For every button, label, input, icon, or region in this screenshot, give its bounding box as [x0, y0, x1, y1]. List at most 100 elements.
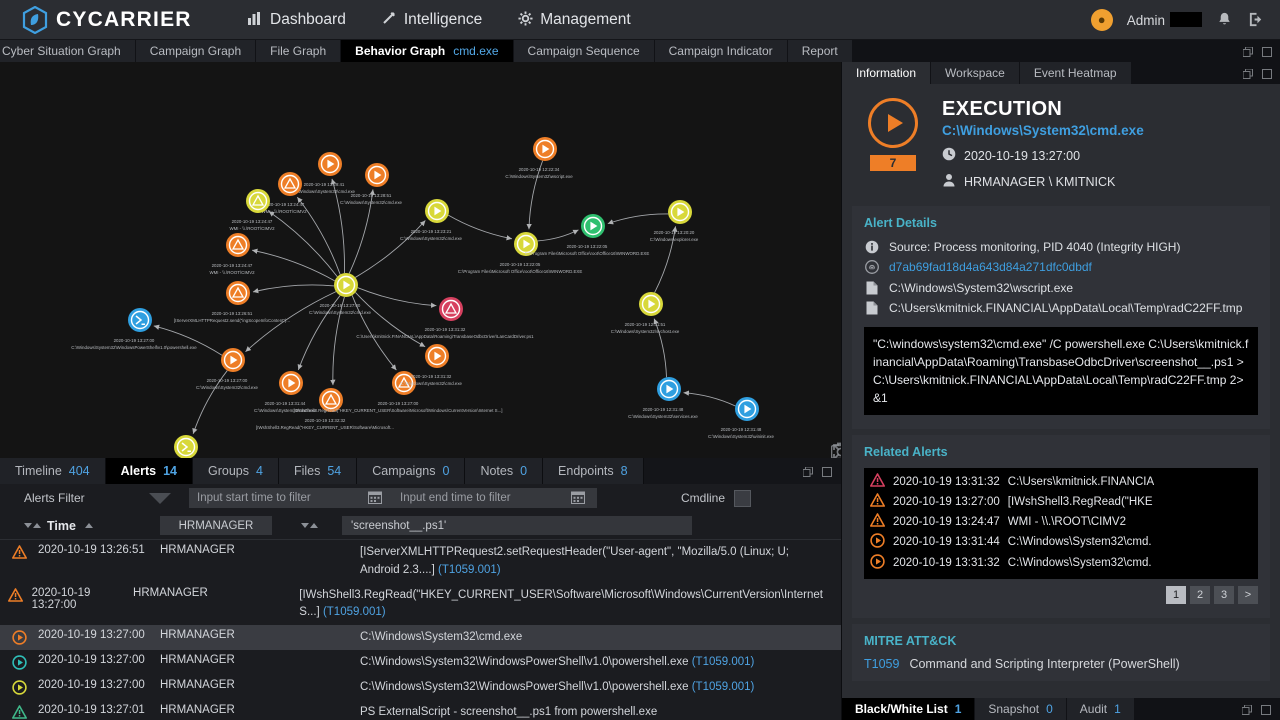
mitre-attack-title: MITRE ATT&CK	[864, 633, 957, 648]
related-alerts-pager[interactable]: 1 2 3 >	[864, 585, 1258, 604]
bottom-tab-alerts[interactable]: Alerts 14	[105, 458, 193, 484]
cmdline-checkbox[interactable]	[734, 489, 752, 507]
tab-report[interactable]: Report	[787, 40, 853, 62]
mitre-row[interactable]: T1059 Command and Scripting Interpreter …	[864, 657, 1258, 671]
event-path[interactable]: C:\Windows\System32\cmd.exe	[942, 123, 1144, 138]
table-row[interactable]: 2020-10-19 13:27:01 HRMANAGER PS ExternalS…	[0, 700, 841, 720]
related-alert-item[interactable]: 2020-10-19 13:24:47 WMI - \\.\ROOT\CIMV2	[870, 512, 1252, 532]
behavior-graph-canvas[interactable]: 2020-10-19 13:29:41 C:\Windows\System32\c…	[0, 62, 841, 458]
table-row[interactable]: 2020-10-19 13:27:00 HRMANAGER C:\Windows\S…	[0, 625, 841, 651]
tab-campaign-sequence[interactable]: Campaign Sequence	[513, 40, 655, 62]
graph-node[interactable]: 2020-10-19 12:31:48 C:\Windows\System32\s…	[628, 377, 698, 419]
tab-campaign-graph[interactable]: Campaign Graph	[135, 40, 257, 62]
graph-node[interactable]: 2020-10-19 13:22:05 C:\Program Files\Micr…	[525, 214, 650, 256]
pager-button[interactable]: 1	[1166, 585, 1186, 604]
graph-node[interactable]: 2020-10-19 13:27:00 C:\Windows\System32\c…	[309, 273, 372, 315]
related-alert-item[interactable]: 2020-10-19 13:27:00 [IWshShell3.RegRead("…	[870, 492, 1252, 512]
pager-button[interactable]: >	[1238, 585, 1258, 604]
bottom-tab-endpoints[interactable]: Endpoints 8	[543, 458, 644, 484]
graph-node-label: WMI - \\.\ROOT\CIMV2	[261, 209, 307, 214]
graph-node[interactable]: 2020-10-19 13:31:44C:\Windows\System32\c…	[254, 371, 317, 413]
bottom-tab-campaigns[interactable]: Campaigns 0	[357, 458, 466, 484]
right-tab-workspace[interactable]: Workspace	[931, 62, 1020, 84]
maximize-icon[interactable]	[822, 466, 832, 477]
nav-item-management[interactable]: Management	[500, 0, 648, 40]
column-filter-query[interactable]: 'screenshot__.ps1'	[342, 516, 692, 535]
status-black-white-list[interactable]: Black/White List 1	[842, 698, 976, 720]
alerts-table-body[interactable]: 2020-10-19 13:26:51 HRMANAGER [IServerXMLH…	[0, 540, 841, 720]
mitre-tag[interactable]: (T1059.001)	[689, 656, 755, 668]
graph-node[interactable]: 2020-10-19 13:24:47 WMI - \\.\ROOT\CIMV2	[209, 233, 255, 275]
table-row[interactable]: 2020-10-19 13:27:00 HRMANAGER C:\Windows\S…	[0, 650, 841, 675]
restore-icon[interactable]	[802, 466, 813, 477]
nav-item-intelligence[interactable]: Intelligence	[364, 0, 500, 40]
mitre-tag[interactable]: (T1059.001)	[435, 564, 501, 576]
filter-start-time-input[interactable]	[189, 488, 394, 508]
logout-icon[interactable]	[1248, 11, 1266, 29]
table-row[interactable]: 2020-10-19 13:27:00 HRMANAGER [IWshShell3.…	[0, 583, 841, 626]
mitre-tag[interactable]: (T1059.001)	[689, 681, 755, 693]
graph-node[interactable]: 2020-10-19 13:26:51 [IServerXMLHTTPReques…	[174, 281, 290, 323]
maximize-icon[interactable]	[1262, 46, 1272, 57]
right-tab-event-heatmap[interactable]: Event Heatmap	[1019, 62, 1132, 84]
sort-asc-icon[interactable]	[84, 523, 93, 528]
restore-icon[interactable]	[1241, 704, 1252, 715]
user-sort-toggle-icon[interactable]	[301, 523, 318, 528]
bottom-tab-timeline[interactable]: Timeline 404	[0, 458, 106, 484]
table-row[interactable]: 2020-10-19 13:27:00 HRMANAGER C:\Windows\S…	[0, 675, 841, 700]
mitre-technique-id[interactable]: T1059	[864, 657, 899, 671]
table-row[interactable]: 2020-10-19 13:26:51 HRMANAGER [IServerXMLH…	[0, 540, 841, 583]
status-snapshot[interactable]: Snapshot 0	[975, 698, 1067, 720]
tab-count: 54	[327, 464, 342, 478]
pager-button[interactable]: 2	[1190, 585, 1210, 604]
column-filter-user[interactable]: HRMANAGER	[160, 516, 272, 535]
graph-node-label: C:\Windows\System32\cmd.exe	[309, 310, 372, 315]
filter-end-time-input[interactable]	[392, 488, 597, 508]
graph-node[interactable]: 2020-10-19 13:29:41 C:\Windows\System32\c…	[293, 152, 356, 194]
graph-node[interactable]: 2020-10-19 13:27:00 C:\Windows\System32\c…	[196, 348, 259, 390]
alert-detail-hash[interactable]: d7ab69fad18d4a643d84a271dfc0dbdf	[864, 259, 1258, 276]
status-audit[interactable]: Audit 1	[1066, 698, 1135, 720]
bottom-tab-groups[interactable]: Groups 4	[192, 458, 279, 484]
bottom-tab-files[interactable]: Files 54	[278, 458, 358, 484]
nav-item-dashboard[interactable]: Dashboard	[230, 0, 364, 40]
avatar[interactable]: ●	[1090, 8, 1113, 31]
graph-node[interactable]: 2020-10-19 13:27:00C:\Windows\System32\W…	[71, 308, 197, 350]
bell-icon[interactable]	[1216, 11, 1234, 29]
graph-node[interactable]: 2020-10-19 12:31:51 C:\Windows\System32\s…	[611, 292, 680, 334]
restore-icon[interactable]	[1242, 68, 1253, 79]
right-tab-information[interactable]: Information	[842, 62, 932, 84]
tab-subject-label: cmd.exe	[453, 44, 499, 58]
bottom-tab-notes[interactable]: Notes 0	[465, 458, 544, 484]
filter-collapse-caret-icon[interactable]	[149, 492, 171, 504]
calendar-icon[interactable]	[571, 490, 585, 507]
graph-node[interactable]: 2020-10-19 13:23:21 C:\Windows\System32\c…	[400, 199, 463, 241]
tab-file-graph[interactable]: File Graph	[256, 40, 342, 62]
maximize-icon[interactable]	[1261, 704, 1271, 715]
tab-count: 8	[620, 464, 628, 478]
tab-campaign-indicator[interactable]: Campaign Indicator	[654, 40, 788, 62]
column-header-time[interactable]: Time	[0, 519, 160, 533]
graph-node[interactable]: 2020-10-19 12:22:34 C:\Windows\System32\w…	[505, 137, 573, 179]
calendar-icon[interactable]	[368, 490, 382, 507]
brand-logo[interactable]: CYCARRIER	[0, 5, 230, 34]
graph-node[interactable]: 2020-10-19 13:27:00C:\Windows\System32\W…	[117, 435, 243, 458]
mitre-tag[interactable]: (T1059.001)	[320, 606, 386, 618]
tab-cyber-situation-graph[interactable]: Cyber Situation Graph	[0, 40, 136, 62]
column-header-time-label: Time	[47, 518, 76, 533]
tab-behavior-graph[interactable]: Behavior Graph cmd.exe	[341, 40, 514, 62]
related-alert-item[interactable]: 2020-10-19 13:31:44 C:\Windows\System32\c…	[870, 532, 1252, 553]
related-alerts-list[interactable]: 2020-10-19 13:31:32 C:\Users\kmitnick.FIN…	[864, 467, 1258, 579]
maximize-icon[interactable]	[1262, 68, 1272, 79]
graph-node-time: 2020-10-19 13:31:32	[425, 327, 466, 332]
sort-toggle-icon[interactable]	[24, 523, 41, 528]
status-window-buttons	[1233, 698, 1280, 720]
related-alert-item[interactable]: 2020-10-19 13:31:32 C:\Windows\System32\c…	[870, 553, 1252, 574]
graph-node-label: C:\Windows\System32\cmd.exe	[293, 189, 356, 194]
pager-button[interactable]: 3	[1214, 585, 1234, 604]
restore-icon[interactable]	[1242, 46, 1253, 57]
graph-node-label: [IWshShell3.RegRead("HKEY_CURRENT_USER\S…	[294, 408, 503, 413]
related-alert-item[interactable]: 2020-10-19 13:31:32 C:\Users\kmitnick.FIN…	[870, 472, 1252, 492]
graph-node[interactable]: 2020-10-19 12:31:48 C:\Windows\System32\w…	[708, 397, 774, 439]
event-user: HRMANAGER \ KMITNICK	[964, 174, 1116, 189]
